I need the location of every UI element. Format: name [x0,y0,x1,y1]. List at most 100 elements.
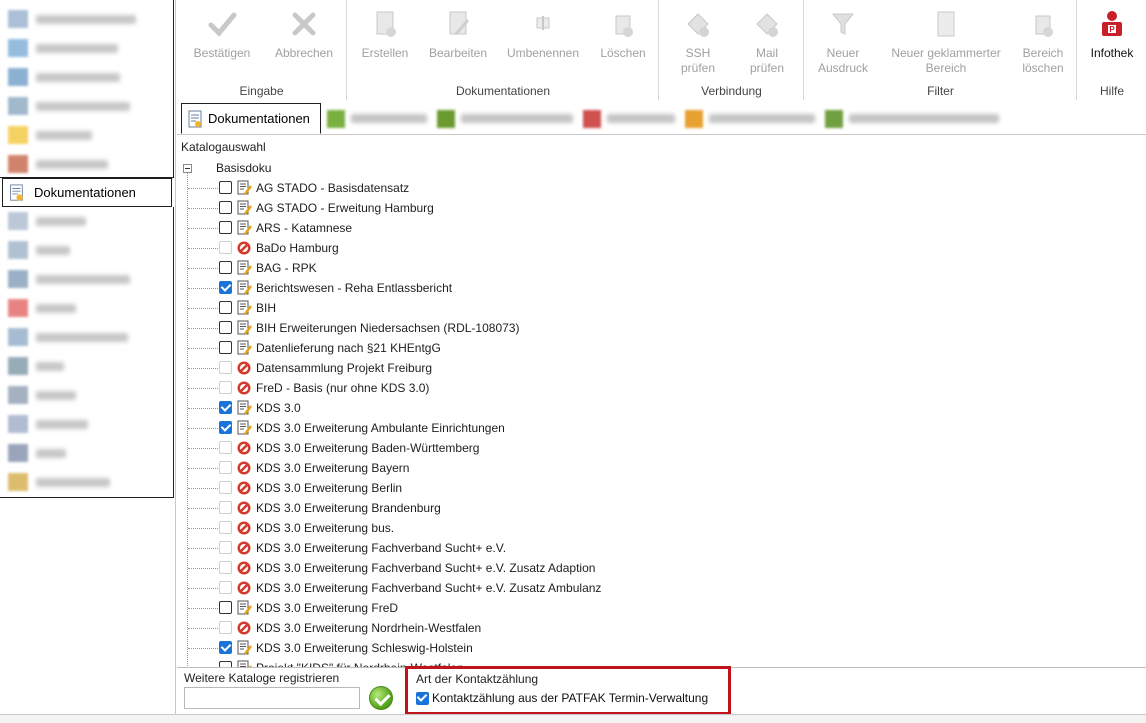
further-catalogs-input[interactable] [184,687,360,709]
catalog-item[interactable]: KDS 3.0 Erweiterung Fachverband Sucht+ e… [181,578,1081,598]
navigation-sidebar: Dokumentationen [0,0,176,714]
sidebar-item-8[interactable] [0,207,174,235]
catalog-item[interactable]: FreD - Basis (nur ohne KDS 3.0) [181,378,1081,398]
register-ok-button[interactable] [369,686,393,710]
sidebar-item-1[interactable] [0,5,174,33]
catalog-item[interactable]: KDS 3.0 Erweiterung Bayern [181,458,1081,478]
catalog-item[interactable]: Berichtswesen - Reha Entlassbericht [181,278,1081,298]
rename-button[interactable]: Umbenennen [500,8,586,61]
sidebar-item-14[interactable] [0,381,174,409]
catalog-item-checkbox[interactable] [219,641,232,654]
sidebar-blurred-label [36,14,136,24]
catalog-item[interactable]: KDS 3.0 Erweiterung Berlin [181,478,1081,498]
catalog-item[interactable]: BIH Erweiterungen Niedersachsen (RDL-108… [181,318,1081,338]
ssh-check-button[interactable]: SSH prüfen [666,8,730,76]
contact-count-checkbox[interactable] [416,692,429,705]
tree-connector [188,428,218,429]
sidebar-item-3[interactable] [0,63,174,91]
sidebar-blurred-icon [8,386,28,404]
create-button[interactable]: Erstellen [354,8,416,61]
tab-blurred-4[interactable] [685,103,819,134]
catalog-item[interactable]: KDS 3.0 Erweiterung bus. [181,518,1081,538]
document-tab-icon [188,110,202,127]
catalog-item-checkbox[interactable] [219,401,232,414]
tab-blurred-3[interactable] [583,103,679,134]
catalog-item[interactable]: AG STADO - Erweitung Hamburg [181,198,1081,218]
catalog-item[interactable]: Datensammlung Projekt Freiburg [181,358,1081,378]
catalog-item[interactable]: KDS 3.0 Erweiterung Nordrhein-Westfalen [181,618,1081,638]
catalog-item-checkbox[interactable] [219,181,232,194]
tree-root-basisdoku[interactable]: Basisdoku [181,158,271,178]
catalog-item-checkbox [219,561,232,574]
catalog-item[interactable]: BaDo Hamburg [181,238,1081,258]
infothek-label: Infothek [1090,46,1134,60]
sidebar-item-9[interactable] [0,236,174,264]
catalog-item[interactable]: KDS 3.0 Erweiterung Brandenburg [181,498,1081,518]
edit-button[interactable]: Bearbeiten [422,8,494,61]
catalog-item[interactable]: KDS 3.0 Erweiterung Ambulante Einrichtun… [181,418,1081,438]
catalog-item-checkbox[interactable] [219,321,232,334]
catalog-item-label: BIH Erweiterungen Niedersachsen (RDL-108… [256,321,520,335]
delete-label: Löschen [600,46,646,60]
catalog-item[interactable]: Datenlieferung nach §21 KHEntgG [181,338,1081,358]
tab-blurred-2[interactable] [437,103,577,134]
sidebar-item-4[interactable] [0,92,174,120]
sidebar-item-6[interactable] [0,150,174,178]
catalog-item[interactable]: KDS 3.0 [181,398,1081,418]
cancel-button[interactable]: Abbrechen [267,8,341,61]
delete-range-label-2: löschen [1022,61,1064,75]
catalog-item-checkbox [219,361,232,374]
delete-button[interactable]: Löschen [592,8,654,61]
collapse-icon[interactable] [183,163,192,173]
catalog-item-checkbox[interactable] [219,421,232,434]
sidebar-item-16[interactable] [0,439,174,467]
catalog-item[interactable]: BAG - RPK [181,258,1081,278]
catalog-document-icon [237,660,252,667]
sidebar-item-12[interactable] [0,323,174,351]
confirm-button[interactable]: Bestätigen [185,8,259,61]
sidebar-item-5[interactable] [0,121,174,149]
catalog-item[interactable]: KDS 3.0 Erweiterung Schleswig-Holstein [181,638,1081,658]
catalog-item-checkbox[interactable] [219,221,232,234]
sidebar-item-2[interactable] [0,34,174,62]
catalog-item[interactable]: KDS 3.0 Erweiterung Fachverband Sucht+ e… [181,558,1081,578]
infothek-button[interactable]: P Infothek [1082,8,1142,61]
sidebar-item-dokumentationen[interactable]: Dokumentationen [2,178,172,207]
blocked-icon [237,361,251,375]
new-document-icon [376,11,396,37]
catalog-item-checkbox[interactable] [219,281,232,294]
tab-dokumentationen[interactable]: Dokumentationen [181,103,321,134]
catalog-item-checkbox[interactable] [219,201,232,214]
svg-text:P: P [1109,25,1115,34]
tree-connector [188,588,218,589]
catalog-item-checkbox[interactable] [219,341,232,354]
tab-blurred-5[interactable] [825,103,1005,134]
catalog-item-checkbox[interactable] [219,301,232,314]
tree-connector [188,648,218,649]
new-expression-button[interactable]: Neuer Ausdruck [809,8,877,76]
catalog-item[interactable]: KDS 3.0 Erweiterung Fachverband Sucht+ e… [181,538,1081,558]
catalog-item-checkbox[interactable] [219,661,232,667]
catalog-item-checkbox[interactable] [219,261,232,274]
catalog-document-icon [237,320,252,335]
sidebar-item-10[interactable] [0,265,174,293]
catalog-item[interactable]: KDS 3.0 Erweiterung FreD [181,598,1081,618]
catalog-item[interactable]: BIH [181,298,1081,318]
sidebar-blurred-icon [8,155,28,173]
sidebar-item-15[interactable] [0,410,174,438]
new-bracket-range-button[interactable]: Neuer geklammerter Bereich [883,8,1009,76]
mail-check-button[interactable]: Mail prüfen [736,8,798,76]
tab-strip: Dokumentationen [177,101,1146,135]
catalog-item-checkbox [219,241,232,254]
tab-blurred-1[interactable] [327,103,431,134]
catalog-item[interactable]: KDS 3.0 Erweiterung Baden-Württemberg [181,438,1081,458]
delete-range-button[interactable]: Bereich löschen [1013,8,1073,76]
sidebar-item-13[interactable] [0,352,174,380]
catalog-item[interactable]: AG STADO - Basisdatensatz [181,178,1081,198]
document-icon [10,183,23,201]
catalog-item-checkbox[interactable] [219,601,232,614]
contact-count-label[interactable]: Kontaktzählung aus der PATFAK Termin-Ver… [432,691,708,705]
catalog-item[interactable]: ARS - Katamnese [181,218,1081,238]
sidebar-item-17[interactable] [0,468,174,496]
sidebar-item-11[interactable] [0,294,174,322]
